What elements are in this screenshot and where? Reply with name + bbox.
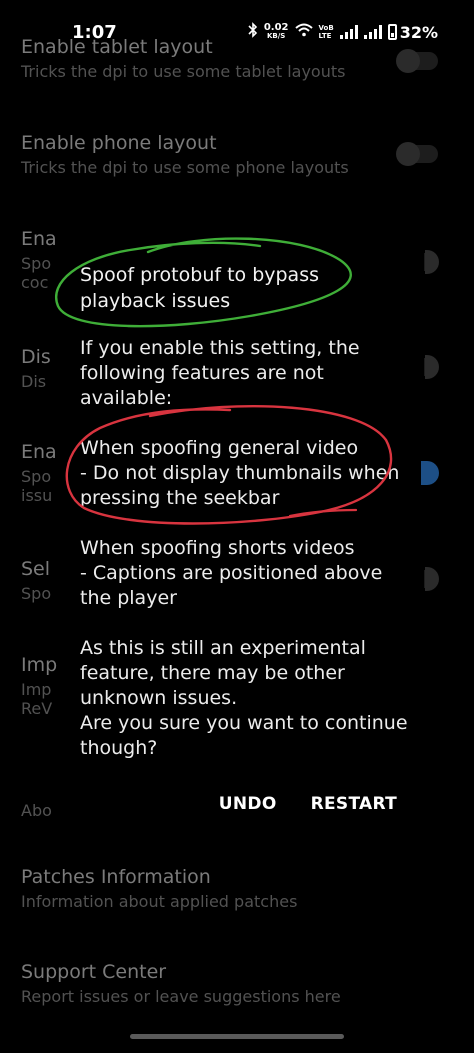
setting-item-3[interactable]: Ena Spo coc xyxy=(21,228,57,292)
network-speed-unit: KB/S xyxy=(266,32,286,40)
dialog-actions: UNDO RESTART xyxy=(219,794,397,814)
volte-bottom: LTE xyxy=(318,32,332,40)
setting-title: Sel xyxy=(21,558,51,580)
setting-3-switch[interactable] xyxy=(424,250,439,274)
general-video-item: - Do not display thumbnails when pressin… xyxy=(80,462,400,509)
shorts-video-item: - Captions are positioned above the play… xyxy=(80,562,383,609)
undo-button[interactable]: UNDO xyxy=(219,794,277,814)
restart-button[interactable]: RESTART xyxy=(311,794,397,814)
setting-summary: Spo xyxy=(21,254,52,273)
setting-summary: Dis xyxy=(21,372,47,391)
setting-title: Dis xyxy=(21,346,51,368)
setting-6-switch[interactable] xyxy=(424,567,439,591)
shorts-video-heading: When spoofing shorts videos xyxy=(80,537,355,559)
setting-about[interactable]: Abo xyxy=(21,797,52,820)
setting-summary: Imp xyxy=(21,680,52,699)
setting-title: Ena xyxy=(21,441,57,463)
setting-title: Ena xyxy=(21,228,57,250)
setting-summary: Tricks the dpi to use some tablet layout… xyxy=(21,62,346,81)
setting-item-6[interactable]: Sel Spo xyxy=(21,558,51,603)
volte-top: VoB xyxy=(318,24,334,32)
dialog-title: Spoof protobuf to bypass playback issues xyxy=(80,264,320,312)
setting-5-switch[interactable] xyxy=(421,461,439,485)
setting-item-5[interactable]: Ena Spo issu xyxy=(21,441,57,505)
dialog-question: Are you sure you want to continue though… xyxy=(80,712,408,759)
setting-enable-phone-layout[interactable]: Enable phone layout Tricks the dpi to us… xyxy=(21,132,349,177)
setting-summary-line2: ReV xyxy=(21,699,53,718)
setting-title: Imp xyxy=(21,654,58,676)
status-time: 1:07 xyxy=(72,22,117,43)
navigation-handle[interactable] xyxy=(130,1034,344,1039)
wifi-icon xyxy=(294,23,313,41)
signal-icon xyxy=(339,25,358,39)
setting-summary-line2: coc xyxy=(21,273,49,292)
setting-title: Enable phone layout xyxy=(21,132,217,154)
setting-summary-line2: issu xyxy=(21,486,53,505)
setting-item-4[interactable]: Dis Dis xyxy=(21,346,51,391)
network-speed-value: 0.02 xyxy=(263,22,289,33)
setting-4-switch[interactable] xyxy=(424,355,439,379)
screen: 1:07 0.02 KB/S VoB LTE 32% Enable tablet… xyxy=(0,0,474,1053)
dialog-intro: If you enable this setting, the followin… xyxy=(80,337,360,409)
setting-summary: Report issues or leave suggestions here xyxy=(21,987,341,1006)
setting-summary: Spo xyxy=(21,584,52,603)
battery-level: 32% xyxy=(399,22,438,42)
dialog-warning: As this is still an experimental feature… xyxy=(80,637,366,709)
battery-icon xyxy=(387,24,397,40)
status-bar: 1:07 0.02 KB/S VoB LTE 32% xyxy=(0,0,474,60)
setting-summary: Tricks the dpi to use some phone layouts xyxy=(21,158,349,177)
dialog-message: If you enable this setting, the followin… xyxy=(80,336,410,761)
signal-icon-sim2 xyxy=(363,25,382,39)
network-speed: 0.02 KB/S xyxy=(264,23,289,41)
setting-title: Abo xyxy=(21,801,52,820)
setting-title: Support Center xyxy=(21,961,167,983)
setting-item-7[interactable]: Imp Imp ReV xyxy=(21,654,57,718)
setting-support-center[interactable]: Support Center Report issues or leave su… xyxy=(21,961,341,1006)
setting-patches-information[interactable]: Patches Information Information about ap… xyxy=(21,866,297,911)
general-video-heading: When spoofing general video xyxy=(80,437,359,459)
setting-summary: Information about applied patches xyxy=(21,892,298,911)
setting-summary: Spo xyxy=(21,467,52,486)
setting-title: Patches Information xyxy=(21,866,211,888)
volte-indicator: VoB LTE xyxy=(319,24,334,40)
bluetooth-icon xyxy=(248,22,258,42)
battery: 32% xyxy=(387,22,438,42)
status-icons: 0.02 KB/S VoB LTE 32% xyxy=(248,22,438,42)
confirmation-dialog: Spoof protobuf to bypass playback issues… xyxy=(57,236,421,830)
phone-layout-switch[interactable] xyxy=(396,142,438,166)
